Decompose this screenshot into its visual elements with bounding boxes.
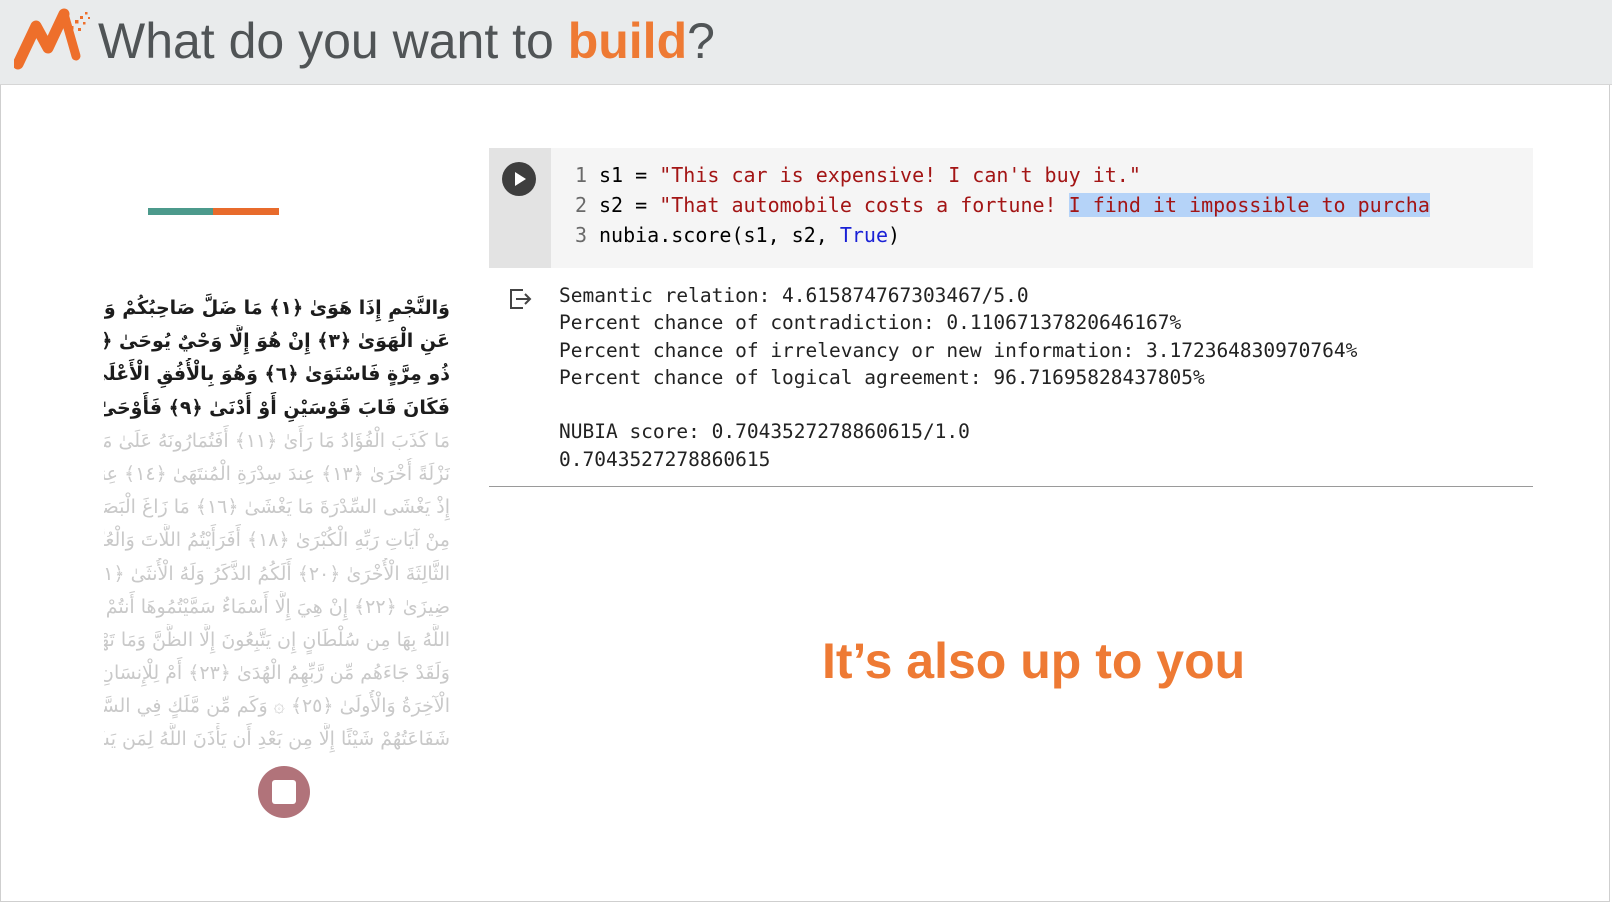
divider-teal-segment (148, 208, 213, 215)
code-line-1: 1 s1 = "This car is expensive! I can't bu… (551, 160, 1533, 190)
quran-line: نَزْلَةً أُخْرَىٰ ﴿١٣﴾ عِندَ سِدْرَةِ ال… (104, 462, 450, 485)
quran-line: الْآخِرَةُ وَالْأُولَىٰ ﴿٢٥﴾ ۞ وَكَم مِّ… (104, 695, 450, 718)
output-line: Percent chance of logical agreement: 96.… (559, 365, 1205, 389)
run-cell-button[interactable] (502, 162, 536, 196)
stop-icon (272, 780, 296, 804)
cell-gutter (489, 148, 551, 268)
quran-line: وَلَقَدْ جَاءَهُم مِّن رَّبِّهِمُ الْهُد… (104, 662, 450, 685)
code-text: nubia.score(s1, s2, (599, 223, 840, 247)
output-line: NUBIA score: 0.7043527278860615/1.0 (559, 420, 970, 444)
code-keyword: True (839, 223, 888, 247)
quran-line: اللَّهُ بِهَا مِن سُلْطَانٍ إِن يَتَّبِع… (104, 628, 450, 651)
quran-line: الثَّالِثَةَ الْأُخْرَىٰ ﴿٢٠﴾ أَلَكُمُ ا… (104, 562, 450, 585)
code-selection: I find it impossible to purcha (1068, 193, 1430, 217)
title-prefix: What do you want to (98, 13, 568, 69)
quran-line: فَكَانَ قَابَ قَوْسَيْنِ أَوْ أَدْنَىٰ ﴿… (104, 396, 450, 419)
output-line: 0.7043527278860615 (559, 447, 771, 471)
code-line-2: 2 s2 = "That automobile costs a fortune! … (551, 190, 1533, 220)
code-text: s2 = (599, 193, 660, 217)
quran-line: عَنِ الْهَوَىٰ ﴿٣﴾ إِنْ هُوَ إِلَّا وَحْ… (104, 330, 450, 353)
cell-output: Semantic relation: 4.615874767303467/5.0… (489, 278, 1533, 487)
code-string: "That automobile costs a fortune! (659, 193, 1069, 217)
divider-orange-segment (213, 208, 279, 215)
output-text: Semantic relation: 4.615874767303467/5.0… (559, 282, 1357, 473)
brand-logo-icon (14, 8, 90, 70)
line-number: 3 (574, 223, 587, 247)
quran-line: وَالنَّجْمِ إِذَا هَوَىٰ ﴿١﴾ مَا ضَلَّ ص… (104, 297, 450, 319)
code-text: ) (888, 223, 901, 247)
line-number: 2 (574, 193, 587, 217)
code-line-3: 3 nubia.score(s1, s2, True) (551, 220, 1533, 250)
output-redirect-icon (510, 289, 532, 309)
page-title: What do you want to build? (98, 10, 715, 72)
output-line: Percent chance of contradiction: 0.11067… (559, 311, 1182, 335)
code-cell[interactable]: 1 s1 = "This car is expensive! I can't bu… (489, 148, 1533, 268)
accent-divider (148, 208, 279, 215)
quran-line: مِنْ آيَاتِ رَبِّهِ الْكُبْرَىٰ ﴿١٨﴾ أَف… (104, 529, 450, 552)
code-editor[interactable]: 1 s1 = "This car is expensive! I can't bu… (551, 160, 1533, 260)
header-bar: What do you want to build? (0, 0, 1612, 85)
quran-line: إِذْ يَغْشَى السِّدْرَةَ مَا يَغْشَىٰ ﴿١… (104, 496, 450, 519)
code-text: s1 = (599, 163, 660, 187)
quran-line: مَا كَذَبَ الْفُؤَادُ مَا رَأَىٰ ﴿١١﴾ أَ… (104, 429, 450, 452)
quran-line: شَفَاعَتُهُمْ شَيْئًا إِلَّا مِن بَعْدِ … (104, 728, 450, 751)
output-line: Percent chance of irrelevancy or new inf… (559, 338, 1358, 362)
line-number: 1 (574, 163, 587, 187)
subheading: It’s also up to you (822, 633, 1246, 689)
stop-button[interactable] (258, 766, 310, 818)
title-suffix: ? (687, 13, 715, 69)
title-accent: build (567, 13, 688, 69)
quran-page-image: وَالنَّجْمِ إِذَا هَوَىٰ ﴿١﴾ مَا ضَلَّ ص… (104, 292, 450, 756)
code-string: "This car is expensive! I can't buy it." (659, 163, 1141, 187)
quran-line: ذُو مِرَّةٍ فَاسْتَوَىٰ ﴿٦﴾ وَهُوَ بِالْ… (104, 363, 450, 386)
quran-line: ضِيزَىٰ ﴿٢٢﴾ إِنْ هِيَ إِلَّا أَسْمَاءٌ … (104, 595, 450, 618)
output-line: Semantic relation: 4.615874767303467/5.0 (559, 284, 1029, 307)
